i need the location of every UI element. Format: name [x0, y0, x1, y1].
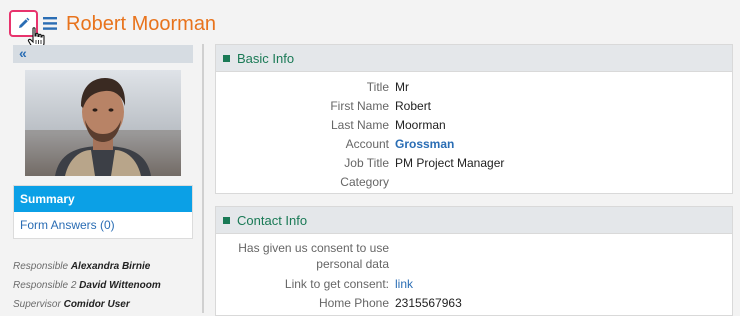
field-label: Title: [366, 80, 389, 94]
nav-item-form-answers[interactable]: Form Answers (0): [14, 212, 192, 238]
contact-info-header[interactable]: Contact Info: [216, 207, 732, 234]
collapse-sidebar-button[interactable]: «: [13, 45, 193, 63]
field-value: Moorman: [395, 118, 446, 132]
field-row-job-title: Job Title PM Project Manager: [216, 154, 732, 173]
hamburger-menu-icon[interactable]: [43, 17, 57, 30]
field-label: Last Name: [330, 118, 389, 132]
field-label: First Name: [330, 99, 389, 113]
field-row-account: Account Grossman: [216, 135, 732, 154]
account-link[interactable]: Grossman: [395, 135, 454, 154]
consent-label-line-2: personal data: [316, 257, 389, 271]
field-row-consent-link: Link to get consent: link: [216, 275, 732, 294]
people-label: Responsible: [13, 261, 69, 272]
green-square-icon: [223, 216, 230, 224]
people-value: Comidor User: [63, 299, 130, 310]
contact-info-card: Contact Info Has given us consent to use…: [215, 206, 733, 316]
field-value: PM Project Manager: [395, 156, 505, 170]
page-title: Robert Moorman: [66, 13, 217, 35]
field-row-first-name: First Name Robert: [216, 97, 732, 116]
field-row-category: Category: [216, 173, 732, 192]
green-square-icon: [223, 54, 230, 62]
basic-info-header[interactable]: Basic Info: [216, 45, 732, 72]
consent-link[interactable]: link: [395, 275, 413, 294]
basic-info-heading: Basic Info: [237, 50, 295, 66]
avatar: [25, 70, 181, 176]
field-label: Link to get consent:: [284, 277, 389, 291]
field-label: Category: [340, 175, 389, 189]
field-label: Job Title: [344, 156, 389, 170]
double-chevron-left-icon: «: [19, 45, 27, 61]
field-label: Home Phone: [318, 296, 389, 310]
field-row-last-name: Last Name Moorman: [216, 116, 732, 135]
people-label: Responsible 2: [13, 280, 77, 291]
field-value: 2315567963: [395, 296, 462, 310]
side-nav: Summary Form Answers (0): [13, 185, 193, 239]
nav-item-summary[interactable]: Summary: [14, 186, 192, 212]
field-row-consent: Has given us consent to use personal dat…: [216, 240, 732, 272]
people-value: Alexandra Birnie: [70, 261, 151, 272]
people-row-supervisor: Supervisor Comidor User: [13, 295, 161, 314]
consent-label-line-1: Has given us consent to use: [238, 241, 389, 255]
basic-info-card: Basic Info Title Mr First Name Robert La…: [215, 44, 733, 194]
field-row-title: Title Mr: [216, 78, 732, 97]
people-list: Responsible Alexandra Birnie Responsible…: [13, 257, 161, 314]
field-value: Robert: [395, 99, 432, 113]
people-label: Supervisor: [13, 299, 61, 310]
panel-divider: [202, 44, 204, 313]
contact-info-heading: Contact Info: [237, 212, 308, 228]
field-label: Has given us consent to use personal dat…: [216, 240, 395, 272]
people-row-responsible-2: Responsible 2 David Wittenoom: [13, 276, 161, 295]
field-row-home-phone: Home Phone 2315567963: [216, 294, 732, 313]
people-row-responsible: Responsible Alexandra Birnie: [13, 257, 161, 276]
field-value: Mr: [395, 80, 409, 94]
people-value: David Wittenoom: [79, 280, 161, 291]
field-label: Account: [345, 137, 389, 151]
